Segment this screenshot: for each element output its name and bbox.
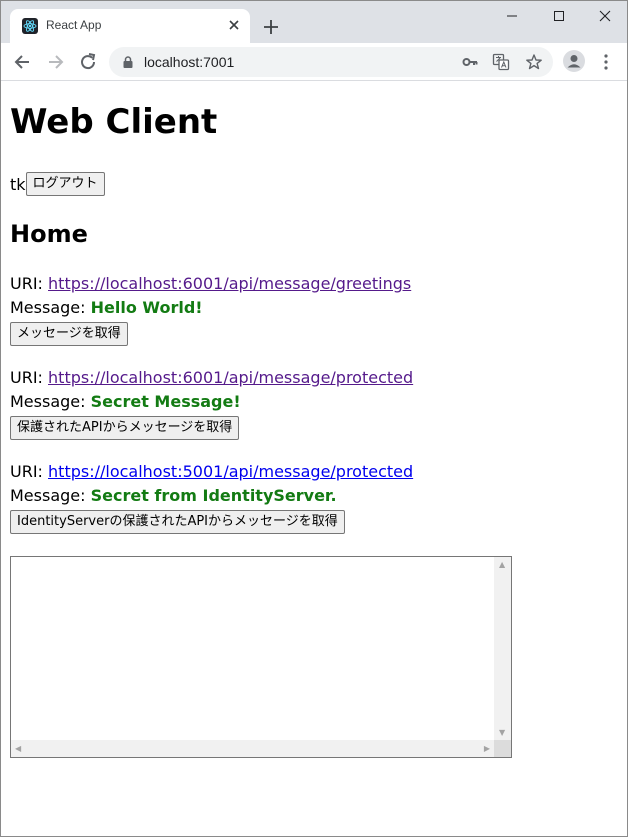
- request-block-greetings: URI: https://localhost:6001/api/message/…: [10, 272, 411, 346]
- scroll-right-icon[interactable]: ▶: [484, 744, 490, 753]
- get-protected-message-button[interactable]: 保護されたAPIからメッセージを取得: [10, 416, 240, 440]
- get-message-button[interactable]: メッセージを取得: [10, 322, 128, 346]
- message-label: Message:: [10, 298, 91, 317]
- maximize-icon[interactable]: [548, 7, 570, 25]
- user-row: tk ログアウト: [10, 172, 105, 196]
- tab-strip: React App: [1, 1, 627, 43]
- scroll-up-icon[interactable]: ▲: [499, 560, 505, 569]
- page-content: Web Client tk ログアウト Home URI: https://lo…: [1, 82, 627, 836]
- request-block-protected: URI: https://localhost:6001/api/message/…: [10, 366, 413, 440]
- section-title: Home: [10, 220, 88, 248]
- message-value: Secret Message!: [90, 392, 241, 411]
- address-bar[interactable]: localhost:7001: [109, 47, 553, 77]
- profile-avatar-icon[interactable]: [563, 50, 585, 72]
- page-title: Web Client: [10, 102, 218, 142]
- forward-icon[interactable]: [44, 51, 66, 73]
- logout-button[interactable]: ログアウト: [25, 172, 105, 196]
- uri-label: URI:: [10, 462, 49, 481]
- scroll-left-icon[interactable]: ◀: [15, 744, 21, 753]
- uri-label: URI:: [10, 274, 49, 293]
- message-value: Secret from IdentityServer.: [90, 486, 337, 505]
- back-icon[interactable]: [12, 51, 34, 73]
- uri-link[interactable]: https://localhost:6001/api/message/greet…: [48, 274, 411, 293]
- browser-tab[interactable]: React App: [10, 9, 250, 43]
- get-identityserver-message-button[interactable]: IdentityServerの保護されたAPIからメッセージを取得: [10, 510, 345, 534]
- lock-icon[interactable]: [121, 55, 135, 69]
- react-logo-icon: [22, 18, 38, 34]
- close-window-icon[interactable]: [594, 7, 616, 25]
- scrollbar-corner: [494, 740, 511, 757]
- url-text: localhost:7001: [144, 54, 235, 70]
- output-textarea[interactable]: ▲ ▼ ◀ ▶: [10, 556, 512, 758]
- reload-icon[interactable]: [77, 51, 99, 73]
- close-tab-icon[interactable]: [226, 17, 242, 33]
- vertical-scrollbar[interactable]: ▲ ▼: [494, 557, 511, 740]
- browser-window: React App localhost:7001 Web Client tk ロ…: [0, 0, 628, 837]
- uri-label: URI:: [10, 368, 49, 387]
- message-value: Hello World!: [90, 298, 203, 317]
- message-label: Message:: [10, 392, 91, 411]
- minimize-icon[interactable]: [501, 7, 523, 25]
- horizontal-scrollbar[interactable]: ◀ ▶: [11, 740, 494, 757]
- translate-icon[interactable]: [492, 53, 510, 71]
- more-menu-icon[interactable]: [599, 52, 613, 72]
- tab-title: React App: [46, 18, 102, 32]
- key-icon[interactable]: [461, 53, 479, 71]
- uri-link[interactable]: https://localhost:6001/api/message/prote…: [48, 368, 413, 387]
- username: tk: [10, 174, 26, 194]
- request-block-identityserver: URI: https://localhost:5001/api/message/…: [10, 460, 413, 534]
- star-icon[interactable]: [525, 53, 543, 71]
- message-label: Message:: [10, 486, 91, 505]
- uri-link[interactable]: https://localhost:5001/api/message/prote…: [48, 462, 413, 481]
- browser-toolbar: localhost:7001: [1, 43, 627, 81]
- scroll-down-icon[interactable]: ▼: [499, 728, 505, 737]
- new-tab-icon[interactable]: [261, 17, 281, 37]
